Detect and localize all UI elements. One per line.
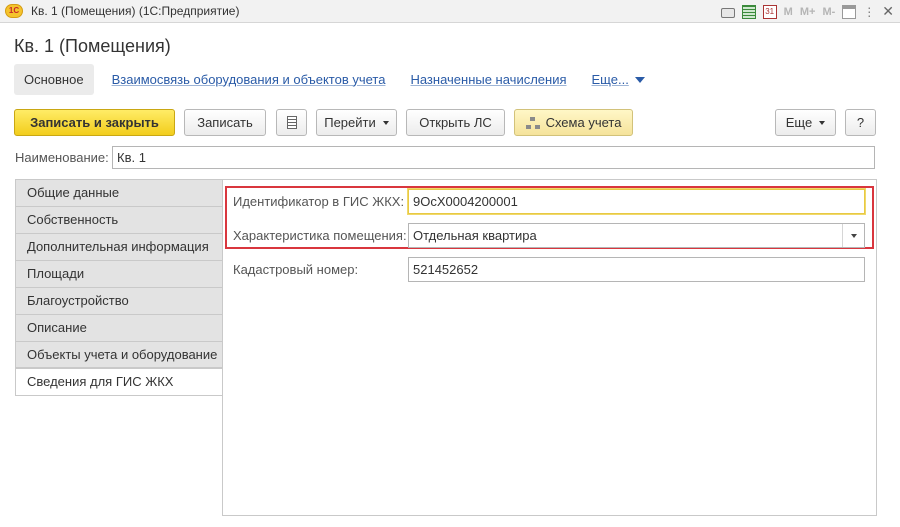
window-title: Кв. 1 (Помещения) (1С:Предприятие) <box>31 4 240 18</box>
form-navigation: Основное Взаимосвязь оборудования и объе… <box>14 63 652 95</box>
help-button[interactable]: ? <box>845 109 876 136</box>
scheme-label: Схема учета <box>545 115 622 130</box>
characteristic-select[interactable]: Отдельная квартира <box>408 223 865 248</box>
tab-main[interactable]: Основное <box>14 63 94 95</box>
tab-amenities[interactable]: Благоустройство <box>15 287 223 314</box>
tab-charges-link[interactable]: Назначенные начисления <box>403 64 573 95</box>
name-label: Наименование: <box>15 150 109 165</box>
titlebar-tools: 31 M M+ M- ⋮ ✕ <box>720 2 894 21</box>
calculator-icon[interactable] <box>741 4 756 19</box>
window-icon[interactable] <box>842 4 857 19</box>
more-actions-label: Еще <box>785 115 813 130</box>
characteristic-value: Отдельная квартира <box>413 228 537 243</box>
nav-more-button[interactable]: Еще... <box>585 64 652 95</box>
app-logo-icon: 1С <box>5 4 23 18</box>
gis-id-label: Идентификатор в ГИС ЖКХ: <box>233 194 405 209</box>
name-input[interactable]: Кв. 1 <box>112 146 875 169</box>
characteristic-label: Характеристика помещения: <box>233 228 407 243</box>
tab-areas[interactable]: Площади <box>15 260 223 287</box>
tab-equipment-link[interactable]: Взаимосвязь оборудования и объектов учет… <box>105 64 393 95</box>
cadastral-label: Кадастровый номер: <box>233 262 359 277</box>
tab-ownership[interactable]: Собственность <box>15 206 223 233</box>
tab-gis-info[interactable]: Сведения для ГИС ЖКХ <box>15 368 224 396</box>
tab-general-data[interactable]: Общие данные <box>15 179 223 206</box>
memory-button-m-minus[interactable]: M- <box>822 6 835 18</box>
calendar-icon[interactable]: 31 <box>762 4 777 19</box>
open-account-button[interactable]: Открыть ЛС <box>406 109 505 136</box>
gis-id-input[interactable]: 9OcX0004200001 <box>408 189 865 214</box>
chevron-down-icon <box>819 120 826 125</box>
chevron-down-icon <box>382 120 389 125</box>
list-icon <box>286 116 297 129</box>
goto-label: Перейти <box>324 115 376 130</box>
more-icon[interactable]: ⋮ <box>863 5 875 19</box>
goto-button[interactable]: Перейти <box>316 109 397 136</box>
nav-more-label: Еще... <box>591 71 629 87</box>
side-tabs: Общие данные Собственность Дополнительна… <box>15 179 224 396</box>
save-and-close-button[interactable]: Записать и закрыть <box>14 109 175 136</box>
cadastral-input[interactable]: 521452652 <box>408 257 865 282</box>
save-button[interactable]: Записать <box>184 109 266 136</box>
accounting-scheme-button[interactable]: Схема учета <box>514 109 633 136</box>
tab-accounting-objects[interactable]: Объекты учета и оборудование <box>15 341 223 368</box>
list-button[interactable] <box>276 109 307 136</box>
scheme-icon <box>525 116 540 129</box>
window-titlebar: 1С Кв. 1 (Помещения) (1С:Предприятие) 31… <box>0 0 900 23</box>
tab-description[interactable]: Описание <box>15 314 223 341</box>
more-actions-button[interactable]: Еще <box>775 109 836 136</box>
print-icon[interactable] <box>720 7 735 18</box>
tab-additional-info[interactable]: Дополнительная информация <box>15 233 223 260</box>
close-icon[interactable]: ✕ <box>882 3 894 20</box>
chevron-down-icon <box>634 77 645 84</box>
command-bar: Записать и закрыть Записать Перейти Откр… <box>14 109 876 136</box>
chevron-down-icon[interactable] <box>842 224 864 247</box>
page-title: Кв. 1 (Помещения) <box>14 36 171 56</box>
memory-button-m[interactable]: M <box>784 6 793 18</box>
memory-button-m-plus[interactable]: M+ <box>800 6 816 18</box>
